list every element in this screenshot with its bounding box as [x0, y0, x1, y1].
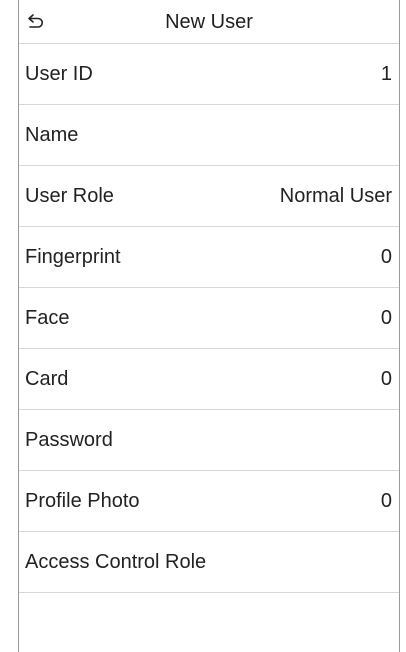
row-card[interactable]: Card 0: [19, 349, 399, 410]
row-fingerprint[interactable]: Fingerprint 0: [19, 227, 399, 288]
row-user-role[interactable]: User Role Normal User: [19, 166, 399, 227]
row-name[interactable]: Name: [19, 105, 399, 166]
row-label: Profile Photo: [25, 489, 140, 512]
device-screen: New User User ID 1 Name User Role Normal…: [18, 0, 400, 652]
row-password[interactable]: Password: [19, 410, 399, 471]
page-title: New User: [165, 11, 253, 33]
row-label: Password: [25, 428, 113, 451]
row-label: User Role: [25, 184, 114, 207]
row-label: Access Control Role: [25, 550, 207, 573]
row-face[interactable]: Face 0: [19, 288, 399, 349]
row-profile-photo[interactable]: Profile Photo 0: [19, 471, 399, 532]
row-label: Name: [25, 123, 79, 146]
row-label: User ID: [25, 62, 93, 85]
row-access-control-role[interactable]: Access Control Role: [19, 532, 399, 593]
row-value: Normal User: [279, 184, 392, 207]
row-user-id[interactable]: User ID 1: [19, 44, 399, 105]
title-bar: New User: [19, 0, 399, 44]
row-label: Face: [25, 306, 70, 329]
user-settings-list: User ID 1 Name User Role Normal User Fin…: [19, 44, 399, 593]
row-value: 0: [380, 306, 392, 329]
row-value: 1: [380, 62, 392, 85]
row-label: Fingerprint: [25, 245, 121, 268]
row-value: 0: [380, 367, 392, 390]
row-value: 0: [380, 489, 392, 512]
row-value: 0: [380, 245, 392, 268]
row-label: Card: [25, 367, 69, 390]
